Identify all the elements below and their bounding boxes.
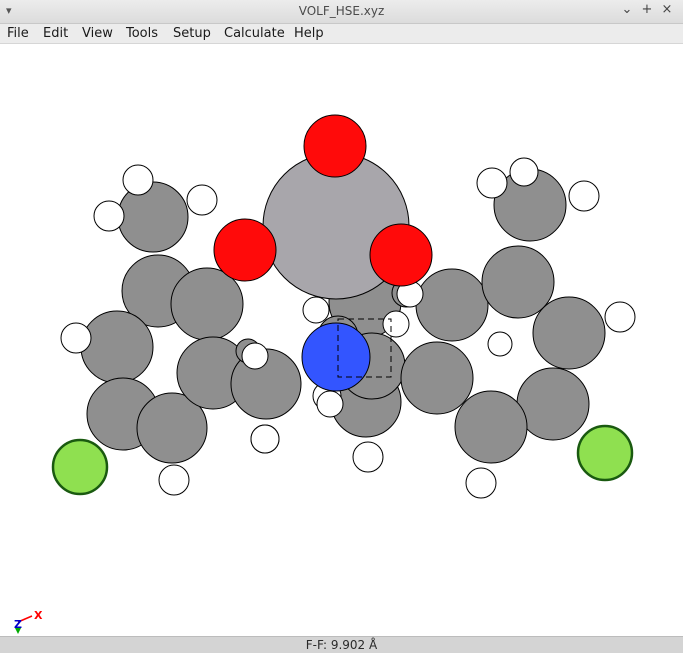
menu-calculate[interactable]: Calculate (224, 26, 285, 41)
title-bar: ▾ VOLF_HSE.xyz ⌄ + × (0, 0, 683, 24)
carbon-atom[interactable] (170, 267, 244, 341)
hydrogen-atom[interactable] (122, 164, 154, 196)
hydrogen-atom[interactable] (487, 331, 513, 357)
carbon-atom[interactable] (400, 341, 474, 415)
hydrogen-atom[interactable] (509, 157, 539, 187)
menu-view[interactable]: View (82, 26, 113, 41)
oxygen-atom[interactable] (303, 114, 367, 178)
maximize-icon[interactable]: + (639, 2, 655, 17)
molecule-canvas[interactable]: X Z (0, 44, 683, 636)
hydrogen-atom[interactable] (316, 390, 344, 418)
fluorine-atom[interactable] (576, 424, 634, 482)
hydrogen-atom[interactable] (568, 180, 600, 212)
fluorine-atom[interactable] (51, 438, 109, 496)
molecule-viewport[interactable]: X Z (0, 44, 683, 636)
atoms-layer (51, 114, 636, 499)
window-title: VOLF_HSE.xyz (298, 4, 385, 18)
close-icon[interactable]: × (659, 2, 675, 17)
menu-tools[interactable]: Tools (126, 26, 158, 41)
hydrogen-atom[interactable] (302, 296, 330, 324)
hydrogen-atom[interactable] (186, 184, 218, 216)
nitrogen-atom[interactable] (301, 322, 371, 392)
hydrogen-atom[interactable] (382, 310, 410, 338)
menu-setup[interactable]: Setup (173, 26, 211, 41)
hydrogen-atom[interactable] (476, 167, 508, 199)
carbon-atom[interactable] (80, 310, 154, 384)
axis-indicator: X Z (14, 609, 43, 634)
y-axis-arrow (15, 628, 21, 634)
hydrogen-atom[interactable] (93, 200, 125, 232)
hydrogen-atom[interactable] (60, 322, 92, 354)
x-axis-label: X (34, 609, 43, 622)
minimize-icon[interactable]: ⌄ (619, 2, 635, 17)
carbon-atom[interactable] (415, 268, 489, 342)
hydrogen-atom[interactable] (465, 467, 497, 499)
carbon-atom[interactable] (516, 367, 590, 441)
status-bar: F-F: 9.902 Å (0, 636, 683, 653)
menu-file[interactable]: File (7, 26, 29, 41)
status-text: F-F: 9.902 Å (305, 638, 378, 652)
menu-help[interactable]: Help (294, 26, 324, 41)
menu-bar: File Edit View Tools Setup Calculate Hel… (0, 24, 683, 44)
oxygen-atom[interactable] (213, 218, 277, 282)
oxygen-atom[interactable] (369, 223, 433, 287)
hydrogen-atom[interactable] (158, 464, 190, 496)
hydrogen-atom[interactable] (241, 342, 269, 370)
carbon-atom[interactable] (454, 390, 528, 464)
menu-edit[interactable]: Edit (43, 26, 68, 41)
hydrogen-atom[interactable] (250, 424, 280, 454)
carbon-atom[interactable] (117, 181, 189, 253)
hydrogen-atom[interactable] (352, 441, 384, 473)
carbon-atom[interactable] (532, 296, 606, 370)
hydrogen-atom[interactable] (604, 301, 636, 333)
